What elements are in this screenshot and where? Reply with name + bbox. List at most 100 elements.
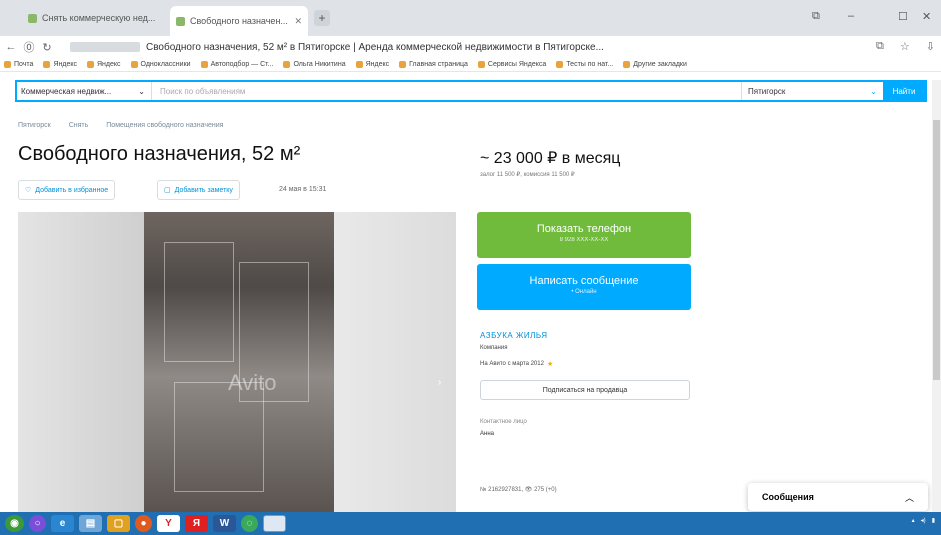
star-icon: ★ — [546, 361, 554, 368]
new-tab-button[interactable]: + — [314, 10, 330, 26]
yandex-browser-icon[interactable]: Я — [185, 515, 208, 532]
bookmark-icon[interactable]: ⧉ — [812, 10, 820, 23]
page-scrollbar[interactable] — [932, 80, 941, 512]
heart-icon: ♡ — [25, 187, 32, 194]
bookmark-item[interactable]: Другие закладки — [623, 61, 687, 68]
volume-icon[interactable]: ◂) — [921, 517, 926, 524]
close-window-icon[interactable]: ✕ — [922, 10, 931, 23]
explorer-icon[interactable]: ▤ — [79, 515, 102, 532]
minimize-icon[interactable]: – — [848, 10, 854, 22]
city-value: Пятигорск — [748, 86, 786, 96]
bookmark-item[interactable]: Тесты по нат... — [556, 61, 613, 68]
photo-blurred-right — [334, 212, 456, 512]
search-button[interactable]: Найти — [883, 82, 925, 100]
breadcrumb-item[interactable]: Пятигорск — [18, 122, 51, 129]
system-tray: ▴ ◂) ▮ — [912, 517, 935, 524]
messages-panel[interactable]: Сообщения ︿ — [748, 483, 928, 511]
url-host — [70, 42, 140, 52]
window-icon[interactable] — [263, 515, 286, 532]
reader-icon[interactable]: ⧉ — [876, 40, 884, 53]
price: ~ 23 000 ₽ в месяц — [480, 150, 621, 167]
messages-label: Сообщения — [762, 492, 814, 502]
ad-number-views: № 2162927831, 👁 275 (+0) — [480, 487, 557, 493]
page-title: Свободного назначения, 52 м² — [18, 143, 301, 165]
breadcrumb-item[interactable]: Помещения свободного назначения — [106, 122, 223, 129]
yandex-icon[interactable]: Y — [157, 515, 180, 532]
word-icon[interactable]: W — [213, 515, 236, 532]
browser-tab-strip: Снять коммерческую нед... Свободного наз… — [0, 0, 941, 36]
maximize-icon[interactable]: ☐ — [898, 10, 908, 23]
tab-favicon-icon — [176, 16, 185, 26]
category-select[interactable]: Коммерческая недвиж... ⌄ — [17, 82, 152, 100]
add-note-label: Добавить заметку — [174, 186, 233, 194]
bookmark-icon — [399, 61, 407, 68]
bookmark-icon — [477, 61, 485, 68]
tab-title: Свободного назначен... — [190, 16, 288, 26]
ie-icon[interactable]: e — [51, 515, 74, 532]
address-bar[interactable]: ← ⓪ ↻ Свободного назначения, 52 м² в Пят… — [0, 36, 941, 58]
bookmark-item[interactable]: Яндекс — [87, 61, 121, 68]
site-search: Коммерческая недвиж... ⌄ Поиск по объявл… — [15, 80, 927, 102]
downloads-icon[interactable]: ⇩ — [926, 40, 935, 53]
breadcrumb-item[interactable]: Снять — [69, 122, 89, 129]
contact-name: Анна — [480, 431, 494, 437]
glass-pane — [164, 242, 234, 362]
photo-gallery[interactable]: Avito › — [18, 212, 456, 512]
bookmark-item[interactable]: Сервисы Яндекса — [477, 61, 546, 68]
chevron-down-icon: ⌄ — [870, 86, 877, 96]
network-icon[interactable]: ▮ — [932, 517, 935, 524]
start-icon[interactable]: ◉ — [5, 515, 24, 532]
add-note-button[interactable]: ▢ Добавить заметку — [157, 180, 240, 200]
url-text[interactable]: Свободного назначения, 52 м² в Пятигорск… — [146, 42, 604, 53]
phone-mask: 8 928 XXX-XX-XX — [559, 237, 609, 243]
add-favorite-label: Добавить в избранное — [35, 186, 109, 194]
bookmarks-bar: Почта Яндекс Яндекс Одноклассники Автопо… — [0, 58, 941, 72]
bookmark-icon — [200, 61, 208, 68]
folder-icon[interactable]: ▢ — [107, 515, 130, 532]
scrollbar-thumb[interactable] — [933, 120, 940, 380]
seller-since-text: На Авито с марта 2012 — [480, 361, 544, 367]
bookmark-icon — [87, 61, 94, 68]
app-icon[interactable]: ◌ — [241, 515, 258, 532]
bookmark-icon — [4, 61, 11, 68]
close-tab-icon[interactable]: ✕ — [294, 16, 302, 27]
chevron-up-icon[interactable]: ︿ — [905, 491, 914, 504]
search-input[interactable]: Поиск по объявлениям — [152, 87, 741, 96]
send-message-label: Написать сообщение — [529, 275, 639, 287]
back-icon[interactable]: ← — [4, 41, 18, 53]
browser-icon[interactable]: ○ — [29, 515, 46, 532]
seller-name[interactable]: АЗБУКА ЖИЛЬЯ — [480, 331, 548, 340]
publish-date: 24 мая в 15:31 — [279, 186, 327, 193]
bookmark-item[interactable]: Яндекс — [355, 61, 389, 68]
bookmark-item[interactable]: Главная страница — [399, 61, 468, 68]
tab-active[interactable]: Свободного назначен... ✕ — [170, 6, 308, 36]
reload-icon[interactable]: ↻ — [40, 41, 54, 54]
tray-icon[interactable]: ▴ — [912, 517, 915, 524]
avito-watermark: Avito — [228, 370, 277, 395]
tab-inactive[interactable]: Снять коммерческую нед... — [22, 6, 170, 30]
bookmark-item[interactable]: Автоподбор — Ст... — [200, 61, 273, 68]
bookmark-icon — [355, 61, 363, 68]
bookmark-item[interactable]: Почта — [4, 61, 33, 68]
seller-type: Компания — [480, 345, 508, 351]
show-phone-button[interactable]: Показать телефон 8 928 XXX-XX-XX — [477, 212, 691, 258]
bookmark-icon — [130, 61, 138, 68]
send-message-button[interactable]: Написать сообщение • Онлайн — [477, 264, 691, 310]
breadcrumb: Пятигорск Снять Помещения свободного наз… — [18, 122, 223, 129]
subscribe-seller-button[interactable]: Подписаться на продавца — [480, 380, 690, 400]
online-status: • Онлайн — [571, 289, 597, 295]
city-select[interactable]: Пятигорск ⌄ — [741, 82, 883, 100]
show-phone-label: Показать телефон — [536, 223, 632, 235]
star-icon[interactable]: ☆ — [900, 40, 910, 53]
forward-icon[interactable]: ⓪ — [22, 39, 36, 55]
bookmark-item[interactable]: Ольга Никитина — [283, 61, 346, 68]
windows-taskbar: ◉ ○ e ▤ ▢ ● Y Я W ◌ ▴ ◂) ▮ — [0, 512, 941, 535]
next-photo-icon[interactable]: › — [438, 377, 441, 388]
glass-pane — [174, 382, 264, 492]
bookmark-item[interactable]: Яндекс — [43, 61, 77, 68]
add-favorite-button[interactable]: ♡ Добавить в избранное — [18, 180, 116, 200]
photo-blurred-left — [18, 212, 144, 512]
bookmark-item[interactable]: Одноклассники — [130, 61, 191, 68]
firefox-icon[interactable]: ● — [135, 515, 152, 532]
bookmark-icon — [43, 61, 51, 68]
